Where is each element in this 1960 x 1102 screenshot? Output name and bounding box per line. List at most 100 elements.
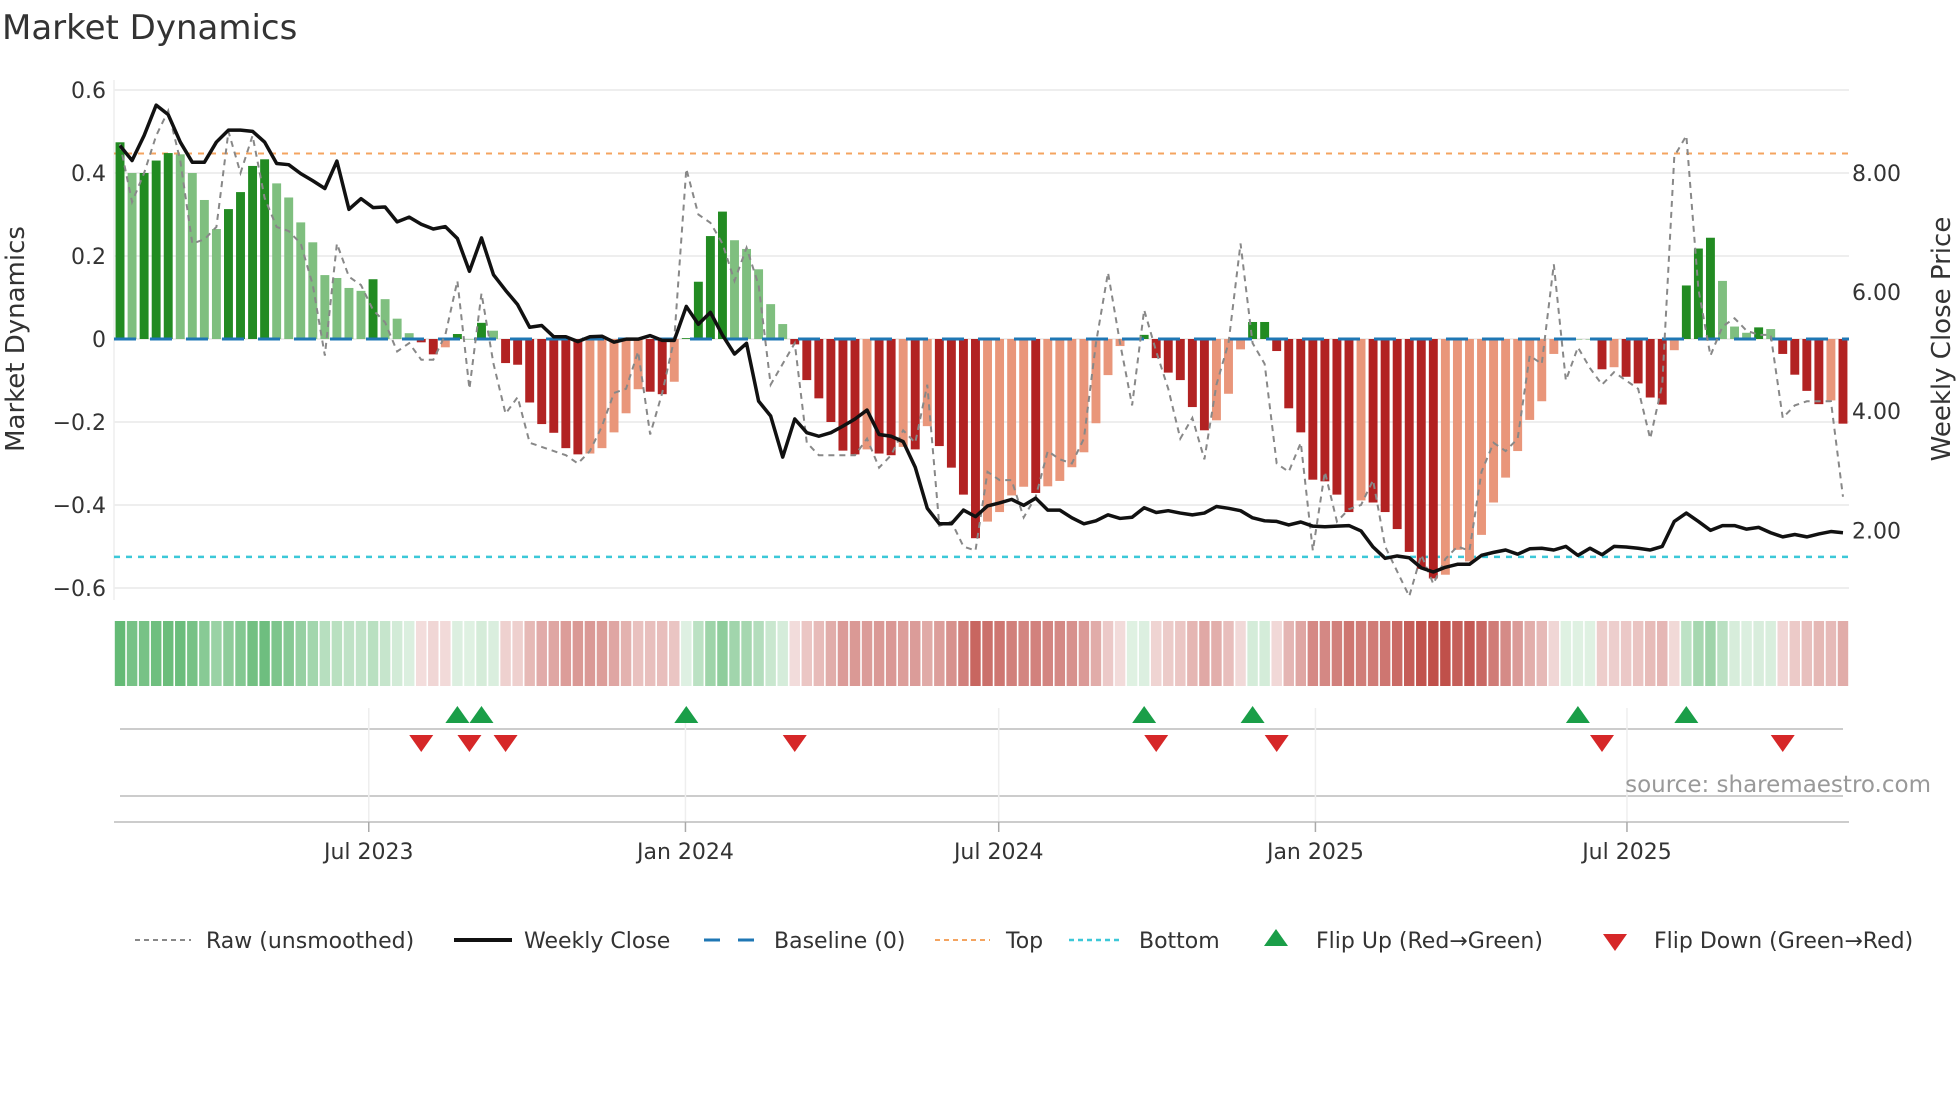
heatmap-cell bbox=[1753, 621, 1764, 686]
legend-flip-down-icon bbox=[1603, 934, 1627, 951]
bar bbox=[1187, 339, 1197, 408]
heatmap-cell bbox=[1464, 621, 1475, 686]
heatmap-cell bbox=[584, 621, 596, 686]
bar bbox=[609, 339, 619, 433]
heatmap-cell bbox=[1608, 621, 1620, 686]
y2-tick-label: 4.00 bbox=[1852, 400, 1901, 425]
bar bbox=[1007, 339, 1017, 496]
y-tick-label: 0.2 bbox=[71, 245, 106, 270]
heatmap-cell bbox=[367, 621, 379, 686]
bar bbox=[236, 192, 245, 339]
bar bbox=[248, 165, 258, 339]
heatmap-cell bbox=[464, 621, 475, 686]
bar bbox=[826, 339, 836, 422]
heatmap-cell bbox=[644, 621, 656, 686]
heatmap-cell bbox=[319, 621, 331, 686]
bar bbox=[1392, 339, 1402, 530]
legend-flip-up-icon bbox=[1264, 929, 1288, 946]
bar bbox=[1079, 339, 1089, 453]
heatmap-cell bbox=[1187, 621, 1198, 686]
heatmap-cell bbox=[560, 621, 572, 686]
bar bbox=[1320, 339, 1330, 482]
heatmap-cell bbox=[572, 621, 584, 686]
heatmap-cell bbox=[512, 621, 523, 686]
bar bbox=[211, 229, 221, 339]
legend-label: Bottom bbox=[1139, 929, 1220, 954]
bar bbox=[681, 338, 691, 339]
y-tick-label: 0.4 bbox=[71, 162, 106, 187]
heatmap-cell bbox=[1584, 621, 1596, 686]
bar bbox=[1368, 339, 1378, 503]
bar bbox=[1814, 339, 1824, 405]
heatmap-cell bbox=[1343, 621, 1355, 686]
bar bbox=[971, 339, 980, 539]
heatmap-cell bbox=[379, 621, 391, 686]
x-tick-label: Jan 2025 bbox=[1265, 840, 1364, 865]
y-axis-title: Market Dynamics bbox=[1, 226, 31, 452]
bar bbox=[1428, 339, 1438, 579]
heatmap-cell bbox=[271, 621, 282, 686]
heatmap-cell bbox=[1235, 621, 1246, 686]
x-tick-label: Jul 2025 bbox=[1580, 840, 1672, 865]
heatmap-cell bbox=[126, 621, 138, 686]
heatmap-cell bbox=[705, 621, 716, 686]
heatmap-cell bbox=[1030, 621, 1041, 686]
flip-down-marker bbox=[1264, 735, 1289, 752]
heatmap-cell bbox=[1428, 621, 1439, 686]
bar bbox=[332, 277, 342, 339]
heatmap-cell bbox=[1693, 621, 1704, 686]
bar bbox=[549, 339, 559, 433]
heatmap-cell bbox=[524, 621, 535, 686]
bar bbox=[1163, 339, 1173, 373]
bar bbox=[561, 339, 571, 449]
flip-down-marker bbox=[409, 735, 434, 752]
bar bbox=[1633, 339, 1643, 384]
heatmap-cell bbox=[1717, 621, 1728, 686]
bar bbox=[151, 160, 161, 339]
heatmap-cell bbox=[1138, 621, 1150, 686]
raw-line bbox=[119, 107, 1844, 600]
heatmap-cell bbox=[536, 621, 547, 686]
legend-label: Top bbox=[1005, 929, 1043, 954]
y-tick-label: −0.2 bbox=[53, 411, 106, 436]
heatmap-cell bbox=[1548, 621, 1560, 686]
bar bbox=[368, 279, 378, 339]
heatmap-cell bbox=[777, 621, 788, 686]
bar bbox=[1031, 339, 1041, 493]
heatmap-cell bbox=[162, 621, 174, 686]
y2-tick-label: 6.00 bbox=[1852, 281, 1901, 306]
bar bbox=[1669, 339, 1679, 351]
heatmap-cell bbox=[1632, 621, 1644, 686]
heatmap-cell bbox=[223, 621, 234, 686]
bar bbox=[1681, 285, 1691, 339]
heatmap-cell bbox=[958, 621, 969, 686]
heatmap-cell bbox=[801, 621, 813, 686]
flip-up-marker bbox=[469, 706, 494, 723]
bar bbox=[922, 339, 932, 427]
heatmap-cell bbox=[1669, 621, 1680, 686]
heatmap-cell bbox=[1391, 621, 1403, 686]
heatmap-cell bbox=[1259, 621, 1270, 686]
bar bbox=[1380, 339, 1390, 513]
bar bbox=[1151, 339, 1161, 359]
bar bbox=[1308, 339, 1318, 480]
bar bbox=[1838, 339, 1848, 424]
bar bbox=[163, 153, 173, 339]
bar bbox=[175, 154, 185, 339]
heatmap-cell bbox=[1247, 621, 1258, 686]
heatmap-cell bbox=[1536, 621, 1547, 686]
flip-up-marker bbox=[1240, 706, 1265, 723]
heatmap-cell bbox=[211, 621, 222, 686]
bar bbox=[1621, 339, 1631, 377]
flip-up-marker bbox=[1565, 706, 1590, 723]
x-axis: Jul 2023 Jan 2024 Jul 2024 Jan 2025 Jul 2025 bbox=[114, 821, 1849, 865]
bar bbox=[1211, 339, 1221, 421]
heatmap-cell bbox=[1524, 621, 1535, 686]
heatmap-cell bbox=[1355, 621, 1367, 686]
heatmap-cell bbox=[1090, 621, 1102, 686]
left-y-axis: 0.6 0.4 0.2 0 −0.2 −0.4 −0.6 bbox=[53, 79, 106, 602]
reference-lines bbox=[114, 152, 1849, 559]
heatmap-cell bbox=[693, 621, 704, 686]
heatmap-cell bbox=[669, 621, 680, 686]
bar bbox=[115, 142, 125, 339]
